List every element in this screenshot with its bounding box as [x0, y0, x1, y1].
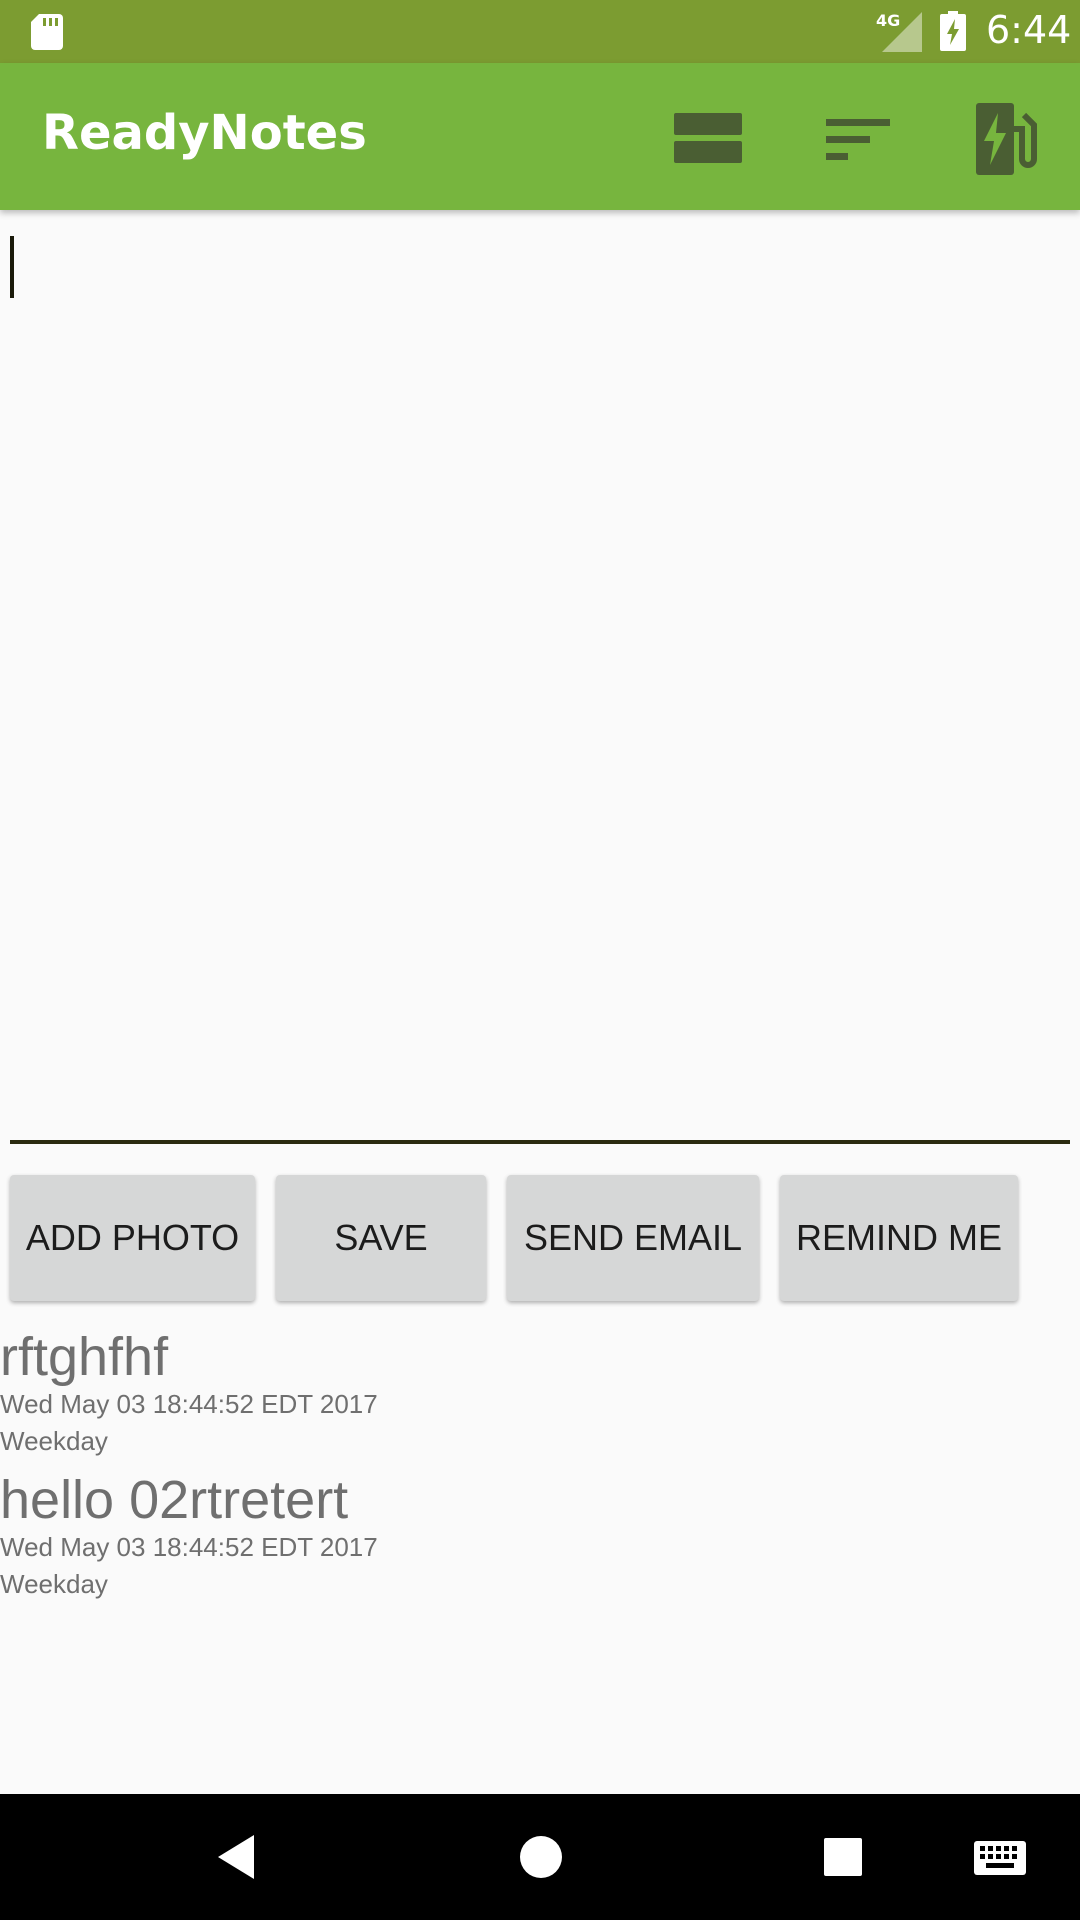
note-list: rftghfhf Wed May 03 18:44:52 EDT 2017 We…	[0, 1320, 1080, 1606]
navigation-bar	[0, 1794, 1080, 1920]
send-email-button[interactable]: SEND EMAIL	[507, 1175, 759, 1301]
note-title: hello 02rtretert	[0, 1470, 349, 1530]
app-bar: ReadyNotes	[0, 63, 1080, 210]
recents-icon[interactable]	[818, 1827, 868, 1887]
clock: 6:44	[986, 8, 1072, 52]
list-item[interactable]: hello 02rtretert Wed May 03 18:44:52 EDT…	[0, 1463, 1080, 1606]
note-input[interactable]	[10, 230, 1070, 1144]
sd-card-icon	[31, 14, 63, 50]
sort-button[interactable]	[818, 99, 898, 179]
view-agenda-icon	[674, 113, 742, 163]
note-type: Weekday	[0, 1426, 108, 1456]
note-date: Wed May 03 18:44:52 EDT 2017	[0, 1389, 378, 1419]
app-title: ReadyNotes	[42, 105, 367, 161]
note-title: rftghfhf	[0, 1327, 169, 1387]
back-icon[interactable]	[212, 1827, 262, 1887]
fuel-station-button[interactable]	[968, 99, 1048, 179]
note-date: Wed May 03 18:44:52 EDT 2017	[0, 1532, 378, 1562]
status-bar: 4G 6:44	[0, 0, 1080, 63]
remind-me-button[interactable]: REMIND ME	[780, 1175, 1018, 1301]
keyboard-icon[interactable]	[972, 1827, 1028, 1887]
save-button[interactable]: SAVE	[276, 1175, 486, 1301]
add-photo-button[interactable]: ADD PHOTO	[10, 1175, 255, 1301]
text-caret	[10, 236, 14, 298]
note-type: Weekday	[0, 1569, 108, 1599]
list-item[interactable]: rftghfhf Wed May 03 18:44:52 EDT 2017 We…	[0, 1320, 1080, 1463]
signal-icon	[882, 12, 922, 52]
view-toggle-button[interactable]	[668, 99, 748, 179]
battery-charging-icon	[940, 11, 966, 51]
home-icon[interactable]	[516, 1827, 566, 1887]
sort-icon	[826, 119, 890, 160]
fuel-station-icon	[976, 103, 1037, 175]
